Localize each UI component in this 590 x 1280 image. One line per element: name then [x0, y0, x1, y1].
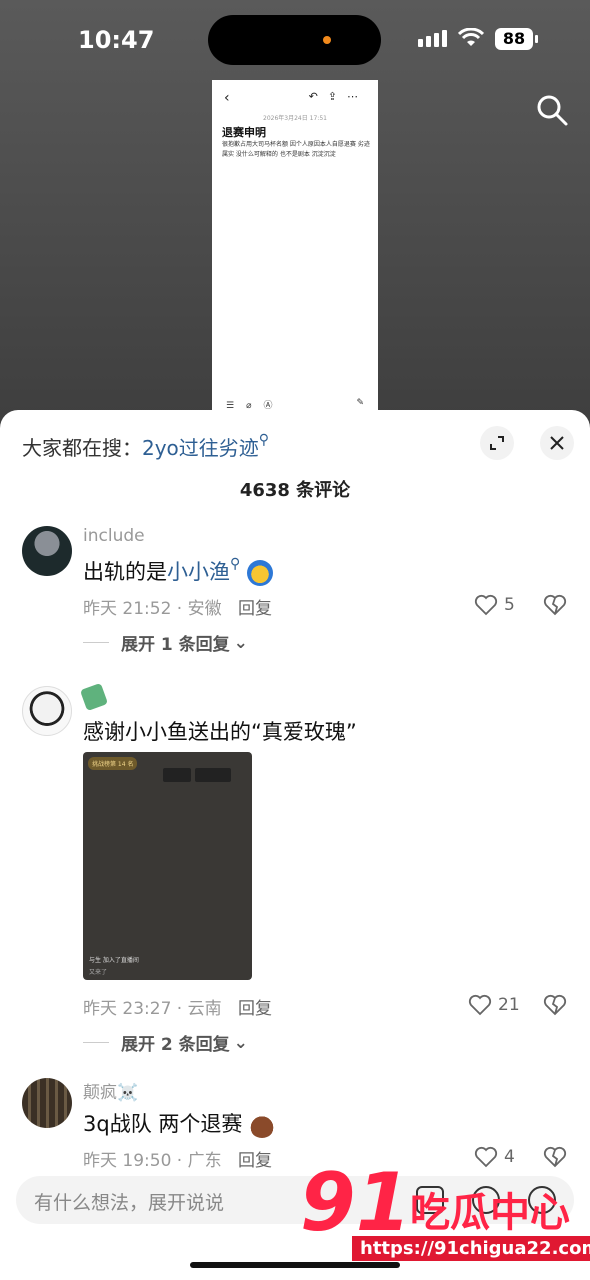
preview-title: 退赛申明	[222, 126, 266, 139]
like-count: 5	[504, 595, 515, 615]
expand-replies-button[interactable]: 展开 2 条回复 ⌄	[83, 1030, 248, 1055]
watermark-logo: 91 吃瓜中心 https://91chigua22.com	[300, 1156, 590, 1266]
comment-username[interactable]: 颠疯☠️	[83, 1078, 138, 1103]
blue-hair-emoji-icon	[246, 560, 273, 586]
comment-text: 3q战队 两个退赛	[83, 1108, 276, 1138]
search-small-icon: ⚲	[230, 556, 241, 572]
divider	[83, 642, 109, 643]
search-small-icon: ⚲	[258, 432, 270, 448]
search-prefix: 大家都在搜：	[22, 436, 142, 460]
comment-input-placeholder: 有什么想法，展开说说	[34, 1192, 225, 1214]
chevron-down-icon: ⌄	[233, 632, 248, 653]
like-button[interactable]: 5	[474, 594, 515, 616]
like-button[interactable]: 21	[468, 994, 520, 1016]
status-bar: 10:47 88	[0, 0, 590, 80]
avatar[interactable]	[22, 686, 72, 736]
comment-text: 感谢小小鱼送出的“真爱玫瑰”	[83, 720, 357, 744]
heart-icon	[468, 994, 492, 1016]
comment-link[interactable]: 小小渔	[167, 560, 230, 584]
avatar[interactable]	[22, 1078, 72, 1128]
search-icon[interactable]	[534, 92, 570, 128]
avatar[interactable]	[22, 526, 72, 576]
comment-meta: 昨天 21:52 · 安徽	[83, 599, 222, 619]
comment-username[interactable]: include	[83, 526, 145, 546]
close-icon[interactable]	[540, 426, 574, 460]
expand-replies-label: 展开 2 条回复	[121, 1035, 230, 1055]
reply-button[interactable]: 回复	[238, 1146, 272, 1171]
comment-meta: 昨天 19:50 · 广东	[83, 1151, 222, 1171]
reply-button[interactable]: 回复	[238, 994, 272, 1019]
comment-meta: 昨天 23:27 · 云南	[83, 999, 222, 1019]
image-caption: 与生 加入了直播间	[89, 957, 139, 964]
watermark-text: 吃瓜中心	[410, 1190, 570, 1236]
search-keyword[interactable]: 2yo过往劣迹	[142, 436, 259, 460]
battery-icon: 88	[495, 28, 533, 50]
expand-replies-label: 展开 1 条回复	[121, 635, 230, 655]
home-indicator	[190, 1262, 400, 1268]
watermark-number: 91	[300, 1156, 412, 1249]
chevron-down-icon: ⌄	[233, 1032, 248, 1053]
edit-icon: ✎	[356, 398, 364, 408]
poop-emoji-icon	[249, 1112, 276, 1138]
back-icon: ‹	[224, 90, 230, 106]
comment-sheet: 大家都在搜：2yo过往劣迹⚲ 4638 条评论 include 出轨的是小小渔⚲…	[0, 410, 590, 1280]
image-panel	[163, 768, 191, 782]
comment-count: 4638 条评论	[239, 480, 351, 501]
preview-tools-icon: ↶⇪⋯	[308, 90, 368, 103]
dislike-icon[interactable]	[543, 594, 567, 620]
preview-toolbar: ‹ ↶⇪⋯	[212, 90, 378, 110]
expand-icon[interactable]	[480, 426, 514, 460]
video-preview[interactable]: ‹ ↶⇪⋯ 2026年3月24日 17:51 退赛申明 很抱歉占用大司马杯名额 …	[212, 80, 378, 430]
like-count: 21	[498, 995, 520, 1015]
preview-body: 很抱歉占用大司马杯名额 因个人原因本人自愿退赛 劣迹属实 没什么可解释的 也不是…	[222, 141, 370, 158]
battery-tip	[535, 35, 538, 43]
dislike-icon[interactable]	[543, 994, 567, 1020]
dynamic-island	[208, 15, 381, 65]
expand-replies-button[interactable]: 展开 1 条回复 ⌄	[83, 630, 248, 655]
status-time: 10:47	[78, 26, 155, 54]
wifi-icon	[457, 27, 485, 54]
comment-text: 出轨的是小小渔⚲	[83, 556, 273, 586]
image-panel	[195, 768, 231, 782]
image-caption-2: 又来了	[89, 969, 108, 976]
heart-icon	[474, 594, 498, 616]
puzzle-badge-icon	[79, 682, 109, 712]
search-suggestion[interactable]: 大家都在搜：2yo过往劣迹⚲	[22, 432, 269, 461]
watermark-url: https://91chigua22.com	[352, 1236, 590, 1261]
signal-icon	[418, 30, 447, 47]
recording-dot	[323, 36, 331, 44]
divider	[83, 1042, 109, 1043]
comment-image[interactable]: 挑战榜第 14 名 与生 加入了直播间 又来了	[83, 752, 252, 980]
comment-text-body: 3q战队 两个退赛	[83, 1112, 243, 1136]
comment-text-prefix: 出轨的是	[83, 560, 167, 584]
image-rank-tag: 挑战榜第 14 名	[88, 757, 138, 770]
preview-date: 2026年3月24日 17:51	[263, 115, 327, 122]
reply-button[interactable]: 回复	[238, 594, 272, 619]
